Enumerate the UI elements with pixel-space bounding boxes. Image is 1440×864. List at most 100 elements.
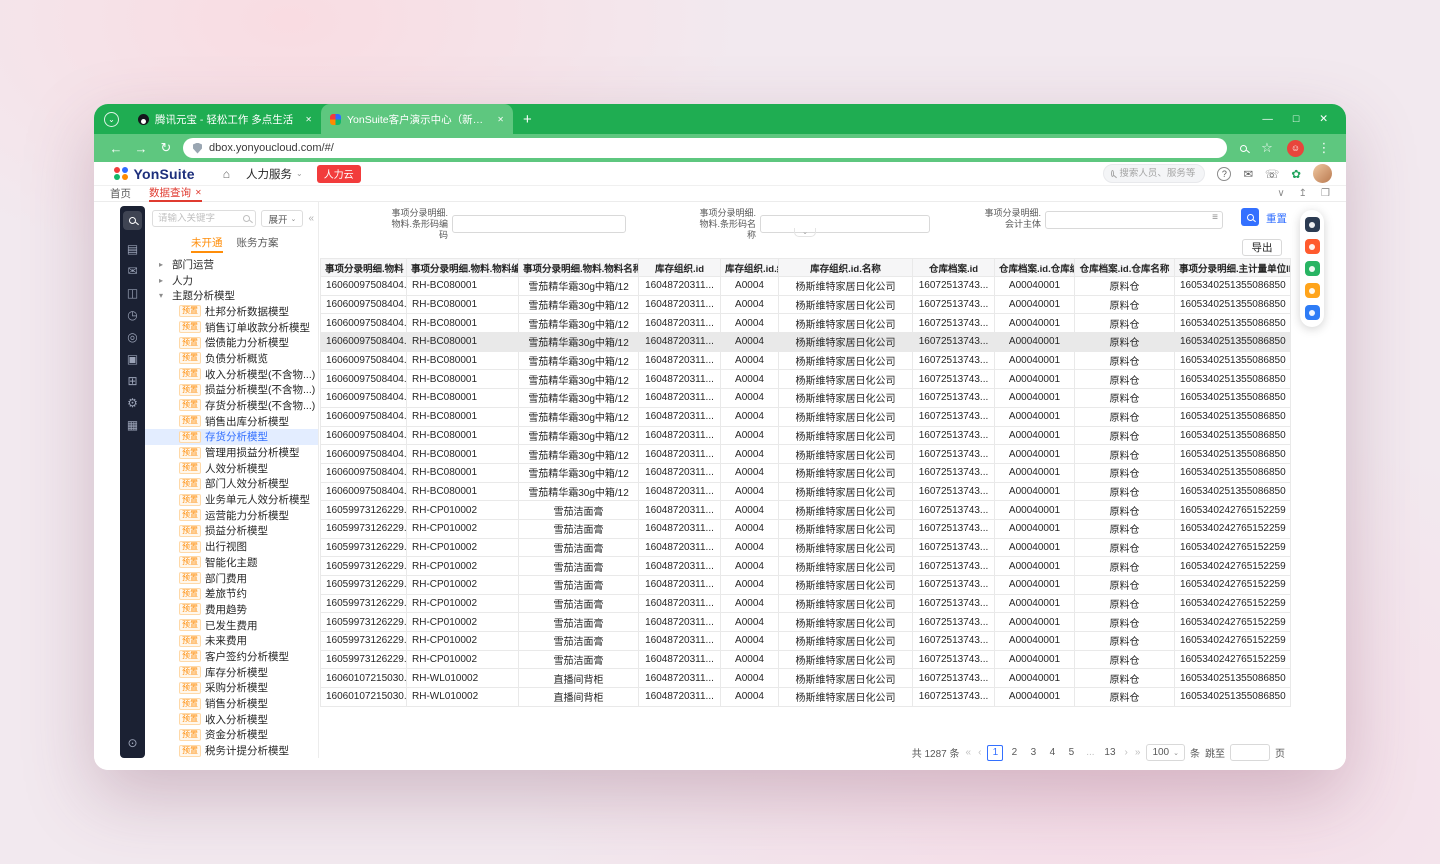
settings-icon[interactable]: ⚙ — [120, 392, 145, 414]
tree-item[interactable]: 预置杜邦分析数据模型 — [145, 304, 318, 320]
page-button[interactable]: 3 — [1025, 745, 1041, 761]
pin-top-icon[interactable]: ↥ — [1299, 188, 1307, 199]
close-window-button[interactable]: ✕ — [1319, 113, 1328, 125]
tree-item[interactable]: 预置偿债能力分析模型 — [145, 335, 318, 351]
table-row[interactable]: 16060097508404...RH-BC080001雪茄精华霜30g中箱/1… — [321, 482, 1291, 501]
scheme-tab-active[interactable]: 未开通 — [191, 235, 223, 253]
column-header[interactable]: 仓库档案.id.仓库编码 — [995, 259, 1075, 277]
page-button[interactable]: 2 — [1006, 745, 1022, 761]
collapse-filters-button[interactable]: ⌄ — [794, 228, 816, 237]
tree-item[interactable]: 预置管理用损益分析模型 — [145, 445, 318, 461]
forward-button[interactable]: → — [133, 141, 149, 156]
list-icon[interactable]: ▤ — [120, 238, 145, 260]
column-header[interactable]: 事项分录明细.物料 — [321, 259, 407, 277]
table-row[interactable]: 16059973126229...RH-CP010002雪茄洁面膏1604872… — [321, 632, 1291, 651]
docs-extension-icon[interactable] — [1305, 217, 1320, 232]
table-row[interactable]: 16060097508404...RH-BC080001雪茄精华霜30g中箱/1… — [321, 314, 1291, 333]
tree-item[interactable]: 预置采购分析模型 — [145, 680, 318, 696]
fullscreen-icon[interactable]: ❒ — [1321, 188, 1330, 199]
scheme-tab[interactable]: 账务方案 — [237, 235, 279, 253]
assistant-extension-icon[interactable] — [1305, 283, 1320, 298]
back-button[interactable]: ← — [108, 141, 124, 156]
new-tab-button[interactable]: + — [523, 111, 532, 128]
table-row[interactable]: 16059973126229...RH-CP010002雪茄洁面膏1604872… — [321, 501, 1291, 520]
tab-home[interactable]: 首页 — [110, 186, 131, 202]
tree-item[interactable]: 预置智能化主题 — [145, 555, 318, 571]
help-icon[interactable]: ⊙ — [127, 736, 137, 750]
home-icon[interactable]: ⌂ — [223, 167, 230, 181]
tree-item[interactable]: 预置存货分析模型 — [145, 429, 318, 445]
table-row[interactable]: 16060097508404...RH-BC080001雪茄精华霜30g中箱/1… — [321, 351, 1291, 370]
column-header[interactable]: 事项分录明细.物料.物料名称 — [519, 259, 639, 277]
tree-item[interactable]: 预置部门费用 — [145, 570, 318, 586]
column-header[interactable]: 库存组织.id.名称 — [779, 259, 913, 277]
browser-menu-icon[interactable]: ⋮ — [1316, 140, 1332, 156]
column-header[interactable]: 仓库档案.id.仓库名称 — [1075, 259, 1175, 277]
screenshot-extension-icon[interactable] — [1305, 239, 1320, 254]
table-row[interactable]: 16060107215030...RH-WL010002直播间背柜1604872… — [321, 688, 1291, 707]
first-page-icon[interactable]: « — [965, 747, 973, 758]
export-button[interactable]: 导出 — [1242, 239, 1282, 256]
table-row[interactable]: 16060097508404...RH-BC080001雪茄精华霜30g中箱/1… — [321, 445, 1291, 464]
eco-icon[interactable]: ✿ — [1291, 167, 1301, 181]
tree-item[interactable]: 预置已发生费用 — [145, 617, 318, 633]
grid-icon[interactable]: ▦ — [120, 414, 145, 436]
tree-item[interactable]: 预置资金分析模型 — [145, 727, 318, 743]
page-button[interactable]: 1 — [987, 745, 1003, 761]
table-row[interactable]: 16060097508404...RH-BC080001雪茄精华霜30g中箱/1… — [321, 370, 1291, 389]
tab-close-icon[interactable]: ✕ — [195, 188, 202, 197]
target-icon[interactable]: ◎ — [120, 326, 145, 348]
tree-item[interactable]: 预置运营能力分析模型 — [145, 507, 318, 523]
browser-tab-tencent[interactable]: 腾讯元宝 - 轻松工作 多点生活 ✕ — [129, 104, 321, 134]
service-menu[interactable]: 人力服务 ⌄ — [246, 166, 303, 182]
table-row[interactable]: 16060097508404...RH-BC080001雪茄精华霜30g中箱/1… — [321, 389, 1291, 408]
table-row[interactable]: 16059973126229...RH-CP010002雪茄洁面膏1604872… — [321, 594, 1291, 613]
workspace-extension-icon[interactable] — [1305, 305, 1320, 320]
page-button[interactable]: 13 — [1101, 745, 1118, 761]
tree-item[interactable]: 预置业务单元人效分析模型 — [145, 492, 318, 508]
column-header[interactable]: 事项分录明细.物料.物料编码 — [407, 259, 519, 277]
tree-item[interactable]: 预置损益分析模型 — [145, 523, 318, 539]
maximize-button[interactable]: □ — [1293, 113, 1299, 125]
refresh-button[interactable]: ↻ — [158, 140, 174, 156]
wechat-extension-icon[interactable] — [1305, 261, 1320, 276]
message-icon[interactable]: ✉ — [1243, 167, 1253, 181]
tree-item[interactable]: 预置收入分析模型(不含物...) — [145, 366, 318, 382]
tree-item[interactable]: 预置出行视图 — [145, 539, 318, 555]
column-header[interactable]: 事项分录明细.主计量单位ID — [1175, 259, 1291, 277]
tree-item[interactable]: 预置销售分析模型 — [145, 696, 318, 712]
tree-group-hr[interactable]: ▸ 人力 — [145, 273, 318, 289]
help-icon[interactable]: ? — [1217, 167, 1231, 181]
tree-group-department[interactable]: ▸ 部门运营 — [145, 257, 318, 273]
table-row[interactable]: 16059973126229...RH-CP010002雪茄洁面膏1604872… — [321, 519, 1291, 538]
filter-search-button[interactable] — [1241, 208, 1259, 226]
tree-item[interactable]: 预置部门人效分析模型 — [145, 476, 318, 492]
tree-item[interactable]: 预置税务计提分析模型 — [145, 743, 318, 758]
column-header[interactable]: 仓库档案.id — [913, 259, 995, 277]
table-row[interactable]: 16060097508404...RH-BC080001雪茄精华霜30g中箱/1… — [321, 407, 1291, 426]
page-button[interactable]: 5 — [1063, 745, 1079, 761]
address-bar[interactable]: dbox.yonyoucloud.com/#/ — [183, 138, 1227, 158]
prev-page-icon[interactable]: ‹ — [977, 747, 982, 758]
table-row[interactable]: 16060097508404...RH-BC080001雪茄精华霜30g中箱/1… — [321, 295, 1291, 314]
tree-item[interactable]: 预置负债分析概览 — [145, 351, 318, 367]
browser-profile-avatar[interactable]: ☺ — [1287, 140, 1304, 157]
table-row[interactable]: 16059973126229...RH-CP010002雪茄洁面膏1604872… — [321, 613, 1291, 632]
reference-picker-icon[interactable]: ≡ — [1212, 212, 1218, 223]
tree-item[interactable]: 预置库存分析模型 — [145, 664, 318, 680]
tab-close-icon[interactable]: ✕ — [497, 115, 504, 124]
collapse-tabs-icon[interactable]: ∨ — [1277, 188, 1284, 199]
message-icon[interactable]: ✉ — [120, 260, 145, 282]
table-row[interactable]: 16060107215030...RH-WL010002直播间背柜1604872… — [321, 669, 1291, 688]
tree-search-box[interactable] — [152, 210, 256, 227]
tree-item[interactable]: 预置存货分析模型(不含物...) — [145, 398, 318, 414]
table-row[interactable]: 16059973126229...RH-CP010002雪茄洁面膏1604872… — [321, 538, 1291, 557]
page-size-select[interactable]: 100 ⌄ — [1146, 744, 1185, 761]
browser-tab-yonsuite[interactable]: YonSuite客户演示中心（新架构） ✕ — [321, 104, 513, 134]
tree-item[interactable]: 预置销售出库分析模型 — [145, 413, 318, 429]
tab-list-button[interactable]: ⌄ — [104, 112, 119, 127]
column-header[interactable]: 库存组织.id.编码 — [721, 259, 779, 277]
reset-link[interactable]: 重置 — [1266, 211, 1287, 226]
tree-item[interactable]: 预置客户签约分析模型 — [145, 649, 318, 665]
table-row[interactable]: 16059973126229...RH-CP010002雪茄洁面膏1604872… — [321, 576, 1291, 595]
